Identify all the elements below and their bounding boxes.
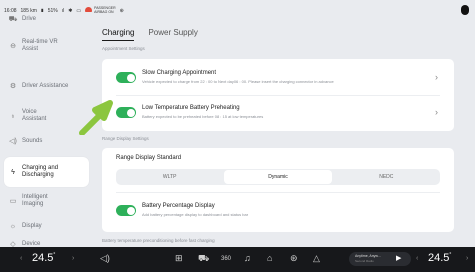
- option-dynamic[interactable]: Dynamic: [224, 170, 332, 184]
- camera-360-icon[interactable]: 360: [221, 256, 231, 262]
- home-icon[interactable]: ⌂: [267, 253, 272, 263]
- media-subtitle: Second Radio: [355, 259, 374, 263]
- battery-percentage-toggle[interactable]: [116, 205, 136, 216]
- battery-percentage-desc: Add battery percentage display to dashbo…: [142, 212, 249, 217]
- slow-charging-row[interactable]: Slow Charging Appointment Vehicle expect…: [102, 61, 454, 95]
- temp-down-left-icon[interactable]: ‹: [20, 255, 22, 262]
- sidebar-item-drive[interactable]: ⛟ Drive: [4, 12, 89, 26]
- camera-icon: ▭: [9, 198, 17, 205]
- section-preconditioning: Battery temperature preconditioning befo…: [102, 238, 215, 243]
- chevron-right-icon[interactable]: ›: [435, 107, 438, 117]
- range-card: Range Display Standard WLTP Dynamic NEDC…: [102, 148, 454, 232]
- slow-charging-title: Slow Charging Appointment: [142, 70, 217, 76]
- tab-charging[interactable]: Charging: [102, 28, 135, 41]
- bottom-dock: ‹ 24.5° › ◁) ⊞ ⛟ 360 ♫ ⌂ ⊛ △ Anytime, An…: [0, 247, 475, 272]
- appointment-card: Slow Charging Appointment Vehicle expect…: [102, 59, 454, 131]
- tab-bar: Charging Power Supply: [102, 28, 198, 41]
- sidebar-item-charging[interactable]: ϟ Charging and Discharging: [4, 157, 89, 187]
- chevron-right-icon[interactable]: ›: [435, 72, 438, 82]
- slow-charging-toggle[interactable]: [116, 72, 136, 83]
- steering-icon: ⚙: [9, 83, 17, 90]
- slow-charging-desc: Vehicle expected to charge from 22 : 00 …: [142, 79, 334, 84]
- option-nedc[interactable]: NEDC: [333, 169, 440, 185]
- apps-grid-icon[interactable]: ⊞: [175, 253, 183, 264]
- sidebar-item-imaging[interactable]: ▭ Intelligent Imaging: [4, 187, 89, 215]
- temp-up-right-icon[interactable]: ›: [466, 255, 468, 262]
- battery-percentage-title: Battery Percentage Display: [142, 203, 215, 209]
- brightness-icon: ☼: [9, 222, 17, 230]
- range-standard-selector: WLTP Dynamic NEDC: [116, 169, 440, 185]
- divider: [116, 192, 440, 193]
- pointer-arrow-icon: [79, 100, 113, 135]
- right-temperature[interactable]: 24.5°: [428, 252, 451, 264]
- low-temp-toggle[interactable]: [116, 107, 136, 118]
- media-widget[interactable]: Anytime, Anyw... Second Radio ▶: [349, 252, 411, 266]
- sidebar-item-vr-assist[interactable]: ⊖ Real-time VR Assist: [4, 32, 89, 60]
- section-range-display: Range Display Settings: [102, 136, 149, 141]
- volume-icon[interactable]: ◁): [100, 253, 110, 264]
- fan-icon[interactable]: ⊛: [290, 253, 298, 264]
- low-temp-desc: Battery expected to be preheated before …: [142, 114, 264, 119]
- play-icon[interactable]: ▶: [396, 254, 401, 262]
- music-icon[interactable]: ♫: [244, 253, 251, 263]
- option-wltp[interactable]: WLTP: [116, 169, 223, 185]
- car-icon: ⛟: [8, 15, 18, 23]
- low-temp-title: Low Temperature Battery Preheating: [142, 105, 240, 111]
- vr-assist-icon: ⊖: [10, 43, 16, 50]
- sidebar-item-display[interactable]: ☼ Display: [4, 212, 89, 240]
- speaker-icon: ◁): [9, 138, 17, 145]
- temp-up-left-icon[interactable]: ›: [72, 255, 74, 262]
- charging-icon: ϟ: [11, 168, 15, 176]
- left-temperature[interactable]: 24.5°: [32, 252, 55, 264]
- sidebar-item-driver-assistance[interactable]: ⚙ Driver Assistance: [4, 72, 89, 100]
- range-standard-title: Range Display Standard: [116, 155, 182, 161]
- navigation-icon[interactable]: △: [313, 253, 320, 264]
- media-title: Anytime, Anyw...: [355, 254, 381, 258]
- section-appointment: Appointment Settings: [102, 46, 145, 51]
- battery-percentage-row[interactable]: Battery Percentage Display Add battery p…: [102, 194, 454, 228]
- vehicle-icon[interactable]: ⛟: [198, 253, 209, 265]
- microphone-icon: ♁: [10, 112, 16, 120]
- sidebar-item-sounds[interactable]: ◁) Sounds: [4, 127, 89, 155]
- temp-down-right-icon[interactable]: ‹: [416, 255, 418, 262]
- sidebar-item-voice-assistant[interactable]: ♁ Voice Assistant: [4, 102, 89, 130]
- main-panel: Charging Power Supply Appointment Settin…: [92, 12, 467, 247]
- low-temp-row[interactable]: Low Temperature Battery Preheating Batte…: [102, 96, 454, 130]
- tab-power-supply[interactable]: Power Supply: [148, 28, 197, 37]
